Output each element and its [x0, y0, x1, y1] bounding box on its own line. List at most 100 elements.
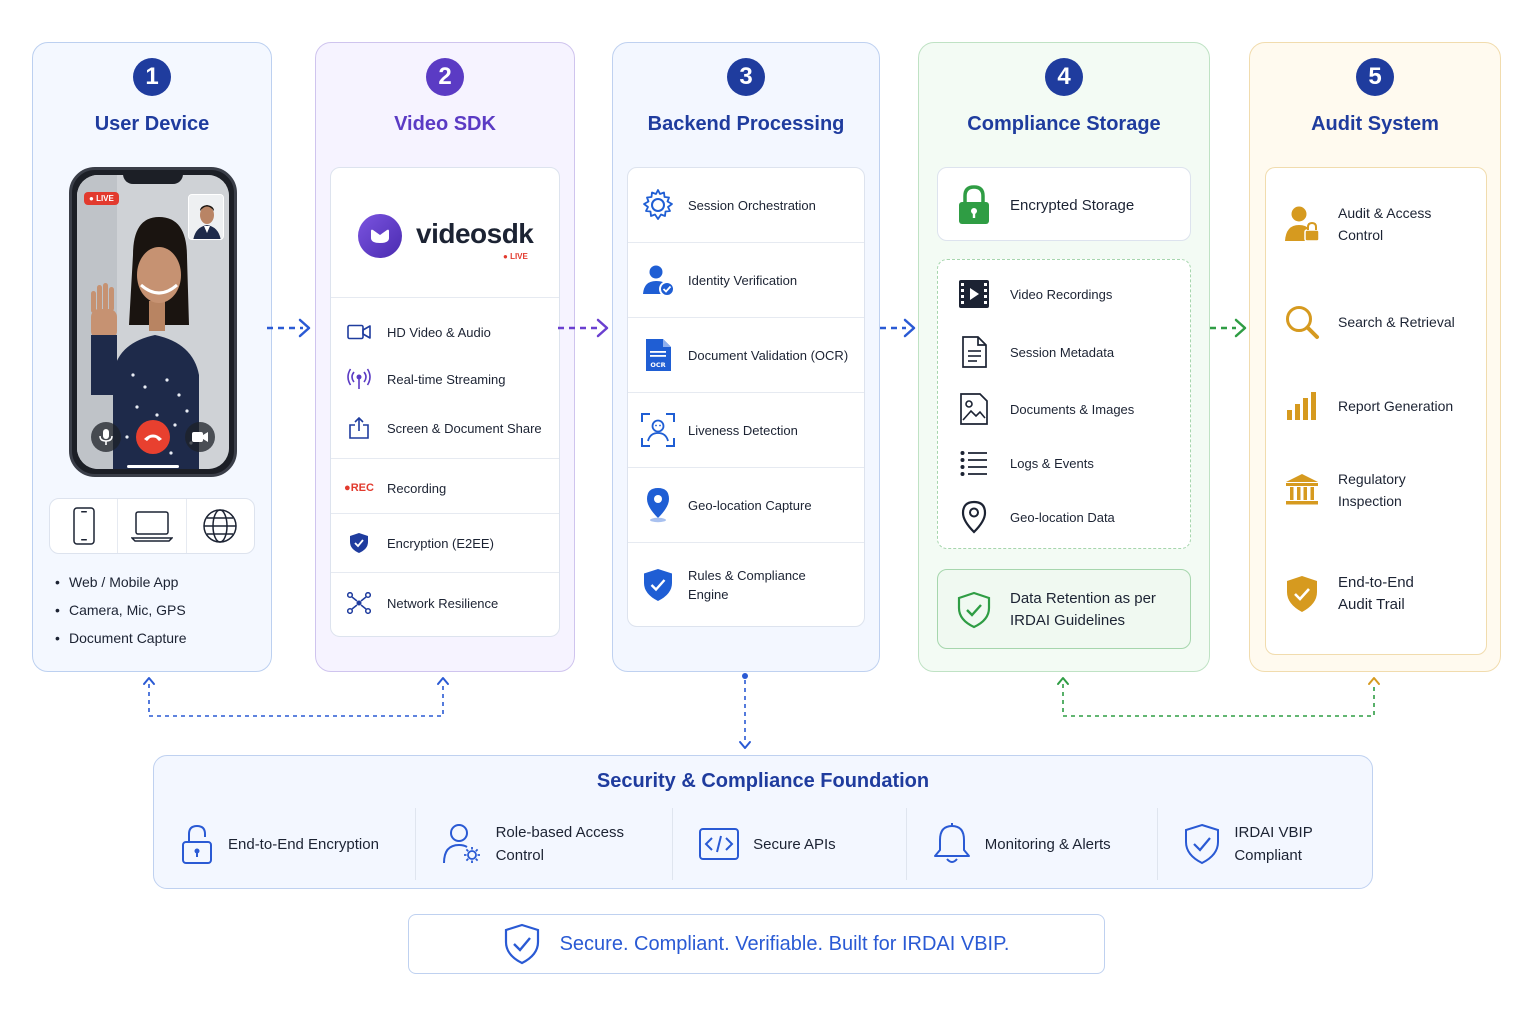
audit-item-label: Search & Retrieval	[1338, 314, 1455, 330]
backend-item-orchestration: Session Orchestration	[628, 168, 864, 242]
live-badge: ● LIVE	[84, 192, 119, 205]
audit-item-search: Search & Retrieval	[1266, 294, 1486, 350]
tagline-banner: Secure. Compliant. Verifiable. Built for…	[408, 914, 1105, 974]
arrowhead	[298, 318, 311, 338]
rec-indicator: ●REC	[344, 482, 374, 494]
sdk-feature-label: Screen & Document Share	[387, 420, 542, 436]
arrowhead	[1234, 318, 1247, 338]
videosdk-logo: videosdk ● LIVE	[331, 168, 559, 298]
search-icon	[1286, 306, 1319, 339]
encrypted-storage-label: Encrypted Storage	[1010, 196, 1135, 214]
foundation-items: End-to-End Encryption Role-based Access …	[154, 808, 1372, 880]
network-icon	[347, 592, 371, 614]
agent-avatar	[189, 195, 223, 239]
globe-icon	[203, 509, 238, 543]
ocr-glyph: OCR	[650, 361, 665, 369]
backend-item-label: Liveness Detection	[688, 422, 798, 438]
backend-item-label: Geo-location Capture	[688, 497, 812, 513]
mute-button[interactable]	[91, 422, 122, 452]
foundation-item-label: Secure APIs	[753, 835, 836, 853]
foundation-link-left	[148, 684, 444, 717]
videosdk-live-label: LIVE	[510, 252, 528, 261]
agent-pip-video	[188, 194, 224, 240]
shield-check-icon	[644, 569, 672, 601]
backend-item-label: Session Orchestration	[688, 197, 816, 213]
divider	[331, 458, 559, 459]
lock-icon	[959, 185, 989, 224]
foundation-item-rbac: Role-based Access Control	[416, 808, 674, 880]
foundation-item-label: End-to-End Encryption	[228, 835, 379, 853]
file-icon	[962, 336, 987, 368]
sdk-feature-hd-video: HD Video & Audio	[331, 318, 559, 346]
column-title-storage: Compliance Storage	[967, 113, 1161, 135]
divider	[331, 513, 559, 514]
backend-item-geolocation: Geo-location Capture	[628, 468, 864, 542]
architecture-diagram: 1 User Device ● LIVE • Web / Mobile App …	[0, 0, 1536, 1024]
column-video-sdk: 2 Video SDK videosdk ● LIVE HD Video & A…	[315, 42, 575, 672]
videosdk-wordmark: videosdk	[416, 218, 534, 249]
phone-icon	[72, 507, 95, 545]
foundation-item-label: Role-based Access Control	[495, 824, 624, 864]
list-item: Document Capture	[55, 629, 187, 657]
videosdk-mark-icon	[371, 229, 389, 243]
sdk-feature-label: Real-time Streaming	[387, 371, 506, 387]
foundation-item-irdai: IRDAI VBIP Compliant	[1158, 808, 1372, 880]
audit-item-reports: Report Generation	[1266, 378, 1486, 434]
column-title-user-device: User Device	[94, 113, 210, 135]
gear-icon	[643, 189, 673, 220]
device-mobile	[50, 499, 119, 553]
list-item: Web / Mobile App	[55, 573, 187, 601]
list-item: Camera, Mic, GPS	[55, 601, 187, 629]
backend-item-identity: Identity Verification	[628, 243, 864, 317]
home-indicator	[127, 465, 179, 468]
storage-item-video: Video Recordings	[938, 274, 1190, 314]
camera-toggle-button[interactable]	[184, 422, 215, 452]
list-icon	[960, 451, 987, 476]
divider	[331, 572, 559, 573]
bank-icon	[1286, 474, 1318, 505]
videosdk-live-tag: ● LIVE	[503, 252, 528, 261]
end-call-button[interactable]	[135, 420, 170, 454]
backend-item-label: Identity Verification	[688, 272, 798, 288]
retention-card: Data Retention as per IRDAI Guidelines	[937, 569, 1191, 649]
sdk-feature-recording: ●REC Recording	[331, 474, 559, 502]
foundation-item-encryption: End-to-End Encryption	[154, 808, 416, 880]
storage-item-label: Geo-location Data	[1010, 509, 1115, 525]
encrypted-storage-row: Encrypted Storage	[938, 168, 1190, 242]
bar-chart-icon	[1287, 392, 1316, 420]
backend-item-ocr: OCR Document Validation (OCR)	[628, 318, 864, 392]
broadcast-icon	[347, 368, 371, 389]
retention-row: Data Retention as per IRDAI Guidelines	[938, 570, 1190, 650]
bell-icon	[933, 823, 970, 863]
audit-item-inspection: Regulatory Inspection	[1266, 462, 1486, 518]
backend-item-label: Rules & Compliance Engine	[688, 568, 806, 602]
foundation-item-apis: Secure APIs	[673, 808, 907, 880]
audit-item-label: Audit & Access Control	[1338, 205, 1432, 243]
column-title-audit: Audit System	[1311, 113, 1439, 135]
unlock-icon	[182, 824, 212, 864]
audit-features-card: Audit & Access Control Search & Retrieva…	[1265, 167, 1487, 655]
sdk-feature-label: Recording	[387, 480, 447, 496]
audit-item-label: End-to-End Audit Trail	[1338, 574, 1414, 613]
call-controls	[72, 420, 234, 454]
face-scan-icon	[641, 413, 675, 447]
column-audit-system: 5 Audit System Audit & Access Control Se…	[1249, 42, 1501, 672]
video-icon	[347, 324, 371, 340]
shield-check-icon	[1185, 823, 1220, 865]
backend-item-liveness: Liveness Detection	[628, 393, 864, 467]
tagline-text: Secure. Compliant. Verifiable. Built for…	[559, 932, 1010, 955]
live-label: LIVE	[96, 194, 114, 203]
storage-item-label: Documents & Images	[1010, 401, 1135, 417]
foundation-link-right	[1062, 684, 1375, 717]
shield-check-icon	[957, 591, 991, 629]
storage-item-label: Session Metadata	[1010, 344, 1115, 360]
videosdk-logo-mark	[358, 214, 402, 258]
foundation-item-label: Monitoring & Alerts	[984, 835, 1111, 853]
storage-item-metadata: Session Metadata	[938, 332, 1190, 372]
user-check-icon	[643, 265, 675, 297]
phone-mockup: ● LIVE	[69, 167, 237, 477]
step-badge-4: 4	[1045, 58, 1083, 96]
code-icon	[699, 828, 740, 860]
image-icon	[960, 393, 988, 425]
user-settings-icon	[442, 824, 480, 864]
